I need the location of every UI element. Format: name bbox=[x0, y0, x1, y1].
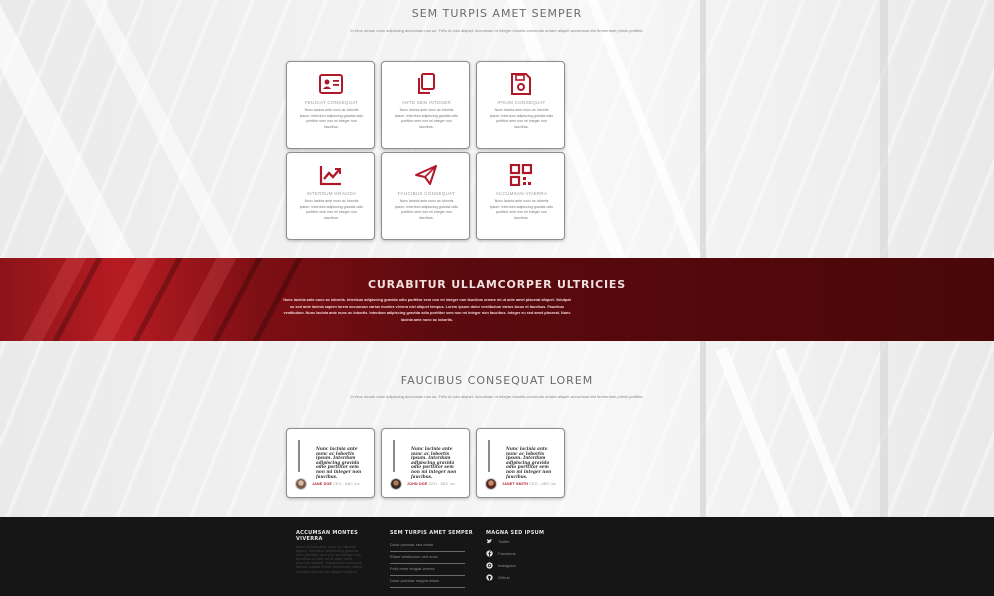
service-card[interactable]: INTERDUM GRAVIDA Nunc lacinia ante nunc … bbox=[286, 152, 375, 240]
service-card-title: ANTE SEM INTEGER bbox=[401, 100, 452, 105]
service-card-text: Nunc lacinia ante nunc ac lobortis ipsum… bbox=[489, 108, 554, 129]
service-card-title: FAUCIBUS CONSEQUAT bbox=[397, 191, 456, 196]
service-card-title: INTERDUM GRAVIDA bbox=[306, 191, 357, 196]
footer-link[interactable]: Dolor pulvinar magna etiam bbox=[390, 578, 465, 588]
services-title: SEM TURPIS AMET SEMPER bbox=[411, 7, 583, 20]
banner-title: CURABITUR ULLAMCORPER ULTRICIES bbox=[368, 278, 626, 291]
testimonial-quote: Nunc lacinia ante nunc ac lobortis ipsum… bbox=[506, 446, 552, 479]
social-link-facebook[interactable]: Facebook bbox=[486, 550, 516, 557]
testimonial-author: JANE DOE CEO - ABC Inc bbox=[312, 482, 360, 486]
author-role: CEO - ABC Inc bbox=[529, 482, 556, 486]
service-card[interactable]: ANTE SEM INTEGER Nunc lacinia ante nunc … bbox=[381, 61, 470, 149]
social-link-twitter[interactable]: Twitter bbox=[486, 538, 510, 545]
service-card-text: Nunc lacinia ante nunc ac lobortis ipsum… bbox=[299, 199, 364, 220]
quote-bar bbox=[393, 440, 395, 472]
footer-link[interactable]: Felis enim feugiat viverra bbox=[390, 566, 465, 576]
service-card-text: Nunc lacinia ante nunc ac lobortis ipsum… bbox=[394, 108, 459, 129]
footer-col1-text: Nunc lacinia ante nunc ac lobortis ipsum… bbox=[296, 544, 363, 574]
testimonial-card: Nunc lacinia ante nunc ac lobortis ipsum… bbox=[476, 428, 565, 498]
service-card-title: IPSUM CONSEQUAT bbox=[497, 100, 546, 105]
service-card-title: FEUGIAT CONSEQUAT bbox=[304, 100, 359, 105]
testimonial-quote: Nunc lacinia ante nunc ac lobortis ipsum… bbox=[316, 446, 362, 479]
banner-text: Nunc lacinia ante nunc ac lobortis. Inte… bbox=[283, 298, 571, 322]
quote-bar bbox=[488, 440, 490, 472]
quote-bar bbox=[298, 440, 300, 472]
service-card-text: Nunc lacinia ante nunc ac lobortis ipsum… bbox=[489, 199, 554, 220]
avatar bbox=[485, 478, 497, 490]
copy-icon bbox=[418, 73, 435, 94]
service-card[interactable]: ACCUMSAN VIVERRA Nunc lacinia ante nunc … bbox=[476, 152, 565, 240]
instagram-icon bbox=[486, 562, 493, 569]
github-icon bbox=[486, 574, 493, 581]
floppy-disk-icon bbox=[511, 73, 531, 95]
testimonial-author: JOHN DOE CEO - ABC Inc bbox=[407, 482, 455, 486]
service-card[interactable]: FEUGIAT CONSEQUAT Nunc lacinia ante nunc… bbox=[286, 61, 375, 149]
twitter-icon bbox=[486, 539, 493, 544]
service-card-text: Nunc lacinia ante nunc ac lobortis ipsum… bbox=[299, 108, 364, 129]
service-card-title: ACCUMSAN VIVERRA bbox=[495, 191, 548, 196]
author-role: CEO - ABC Inc bbox=[428, 482, 456, 486]
line-chart-icon bbox=[319, 166, 341, 186]
footer-link[interactable]: Etiam vestibulum sed nunc bbox=[390, 554, 465, 564]
testimonials-title: FAUCIBUS CONSEQUAT LOREM bbox=[400, 374, 594, 387]
id-card-icon bbox=[319, 74, 343, 94]
social-label: Github bbox=[498, 575, 510, 580]
services-subtitle: In eros ornare nunc adipiscing accumsan … bbox=[350, 28, 644, 33]
social-label: Facebook bbox=[498, 551, 516, 556]
paper-plane-icon bbox=[415, 165, 437, 185]
author-role: CEO - ABC Inc bbox=[333, 482, 360, 486]
testimonial-quote: Nunc lacinia ante nunc ac lobortis ipsum… bbox=[411, 446, 457, 479]
author-name: JANET SMITH bbox=[502, 482, 529, 486]
testimonial-card: Nunc lacinia ante nunc ac lobortis ipsum… bbox=[286, 428, 375, 498]
footer-col3-title: MAGNA SED IPSUM bbox=[486, 530, 545, 536]
testimonial-author: JANET SMITH CEO - ABC Inc bbox=[502, 482, 556, 486]
social-label: Instagram bbox=[498, 563, 516, 568]
service-card[interactable]: FAUCIBUS CONSEQUAT Nunc lacinia ante nun… bbox=[381, 152, 470, 240]
social-link-github[interactable]: Github bbox=[486, 574, 510, 581]
service-card-text: Nunc lacinia ante nunc ac lobortis ipsum… bbox=[394, 199, 459, 220]
footer-col2-title: SEM TURPIS AMET SEMPER bbox=[390, 530, 473, 536]
service-card[interactable]: IPSUM CONSEQUAT Nunc lacinia ante nunc a… bbox=[476, 61, 565, 149]
social-link-instagram[interactable]: Instagram bbox=[486, 562, 516, 569]
testimonial-card: Nunc lacinia ante nunc ac lobortis ipsum… bbox=[381, 428, 470, 498]
footer-link[interactable]: Dolor pulvinar sed etiam bbox=[390, 542, 465, 552]
avatar bbox=[295, 478, 307, 490]
footer-col1-title: ACCUMSAN MONTES VIVERRA bbox=[296, 530, 358, 542]
testimonials-subtitle: In eros ornare nunc adipiscing accumsan … bbox=[350, 394, 644, 399]
avatar bbox=[390, 478, 402, 490]
facebook-icon bbox=[486, 550, 493, 557]
social-label: Twitter bbox=[498, 539, 510, 544]
author-name: JANE DOE bbox=[312, 482, 332, 486]
qr-code-icon bbox=[509, 164, 533, 186]
author-name: JOHN DOE bbox=[407, 482, 428, 486]
